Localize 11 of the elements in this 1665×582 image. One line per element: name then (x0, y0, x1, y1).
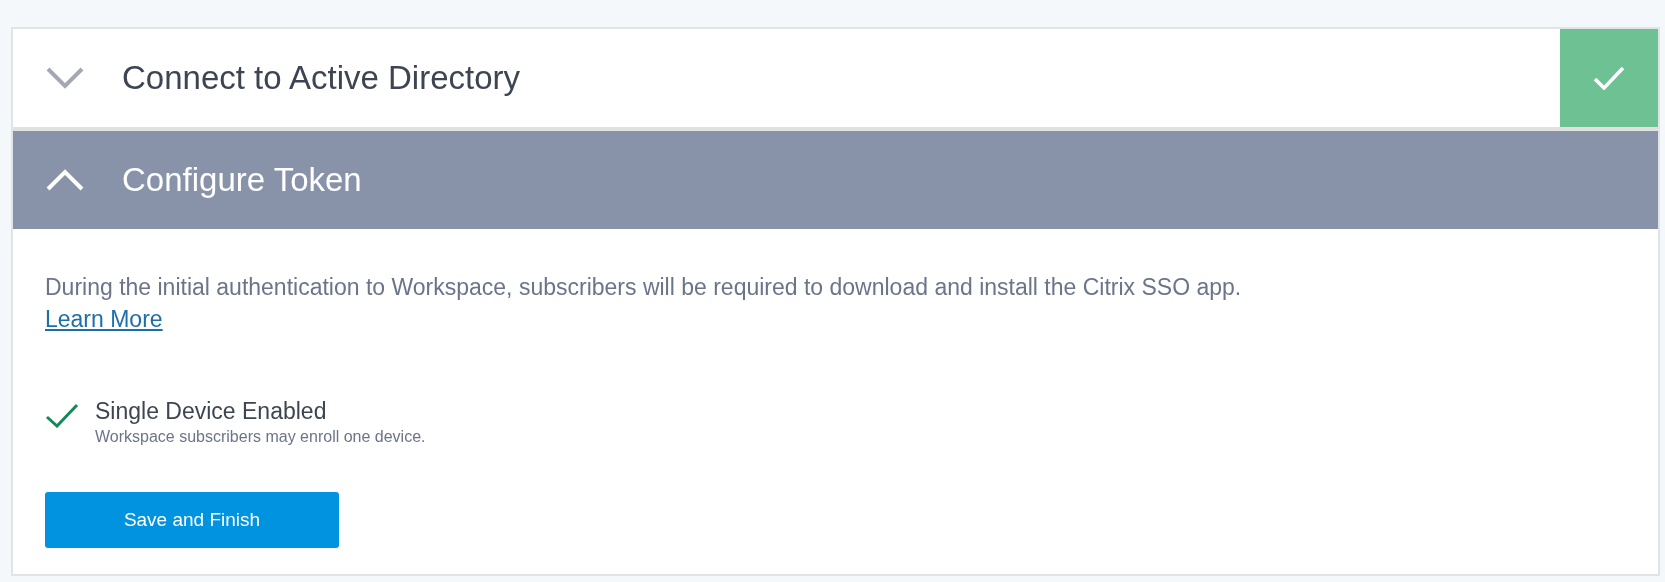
accordion-header[interactable]: Configure Token (13, 131, 1658, 229)
option-label: Single Device Enabled (95, 397, 328, 426)
section-title: Configure Token (122, 160, 362, 201)
chevron-up-icon (45, 168, 85, 192)
learn-more-link[interactable]: Learn More (45, 306, 163, 332)
description-text: During the initial authentication to Workspace, subscribers will be required to download and install the Citrix SSO app. (45, 273, 1243, 302)
check-icon (1593, 66, 1625, 90)
save-and-finish-button[interactable]: Save and Finish (45, 492, 339, 548)
section-title: Connect to Active Directory (122, 58, 520, 99)
chevron-down-icon (45, 66, 85, 90)
option-hint: Workspace subscribers may enroll one device. (95, 427, 426, 447)
